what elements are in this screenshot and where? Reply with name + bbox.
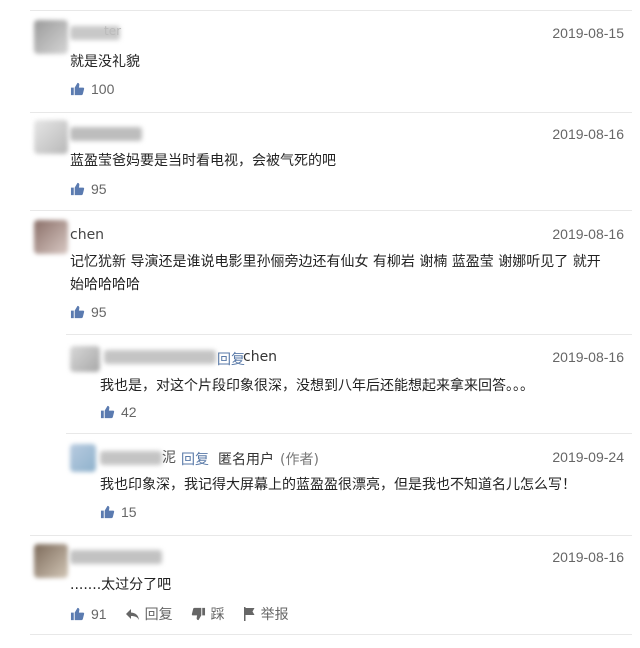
thumb-up-icon [100,405,115,419]
thumb-up-icon [70,607,85,621]
username-blurred[interactable] [104,350,216,364]
comment-actions: 91 回复 踩 举报 [70,604,289,624]
thumb-up-icon [70,82,85,96]
comment-date: 2019-08-16 [552,549,624,565]
avatar[interactable] [34,20,68,54]
username-blurred[interactable] [100,451,162,465]
separator [30,10,632,11]
like-button[interactable]: 100 [70,81,114,97]
like-count: 95 [91,304,107,320]
thumb-up-icon [100,505,115,519]
comment-text: 我也印象深，我记得大屏幕上的蓝盈盈很漂亮，但是我也不知道名儿怎么写！ [100,477,576,493]
comment-date: 2019-08-15 [552,25,624,41]
reply-arrow-icon [125,608,139,620]
reply-label: 回复 [144,606,173,622]
username-blurred[interactable] [70,127,142,141]
username[interactable]: chen [70,224,104,246]
comment-date: 2019-08-16 [552,226,624,242]
comment-date: 2019-09-24 [552,449,624,465]
report-button[interactable]: 举报 [243,604,289,624]
separator [66,433,632,434]
reply-target-username[interactable]: chen [243,349,277,365]
comment-text: 我也是，对这个片段印象很深，没想到八年后还能想起来拿来回答。。。 [100,378,534,394]
dislike-label: 踩 [210,606,225,622]
separator [30,634,632,635]
comment-date: 2019-08-16 [552,349,624,365]
comment-text: 蓝盈莹爸妈要是当时看电视，会被气死的吧 [70,153,336,169]
like-button[interactable]: 91 [70,606,107,622]
avatar[interactable] [70,346,100,372]
thumb-up-icon [70,305,85,319]
comment-text: .......太过分了吧 [70,577,172,593]
separator [30,210,632,211]
username-blurred[interactable] [70,550,162,564]
like-button[interactable]: 95 [70,304,107,320]
avatar[interactable] [34,120,68,154]
avatar[interactable] [34,220,68,254]
report-label: 举报 [260,606,289,622]
author-tag: (作者) [280,452,319,468]
like-count: 15 [121,504,137,520]
avatar[interactable] [34,544,68,578]
username-partial[interactable]: 泥 [162,447,176,469]
thumb-down-icon [191,607,205,621]
like-button[interactable]: 15 [100,504,137,520]
like-button[interactable]: 42 [100,404,137,420]
separator [30,112,632,113]
comment-text-line-1: 记忆犹新 导演还是谁说电影里孙俪旁边还有仙女 有柳岩 谢楠 蓝盈莹 谢娜听见了 … [70,254,601,270]
flag-icon [243,607,255,621]
like-button[interactable]: 95 [70,181,107,197]
dislike-button[interactable]: 踩 [191,604,225,624]
separator [66,334,632,335]
avatar[interactable] [70,444,96,472]
username-partial[interactable]: ter [104,20,121,42]
like-count: 95 [91,181,107,197]
like-count: 100 [91,81,115,97]
separator [30,535,632,536]
reply-label[interactable]: 回复 [181,449,209,469]
comment-text-line-2: 始哈哈哈哈 [70,277,140,293]
like-count: 42 [121,404,137,420]
comment-text: 就是没礼貌 [70,54,140,70]
comment-date: 2019-08-16 [552,126,624,142]
reply-label[interactable]: 回复 [217,349,245,369]
reply-target-username[interactable]: 匿名用户 [218,449,274,469]
reply-button[interactable]: 回复 [125,604,173,624]
thumb-up-icon [70,182,85,196]
like-count: 91 [91,606,107,622]
